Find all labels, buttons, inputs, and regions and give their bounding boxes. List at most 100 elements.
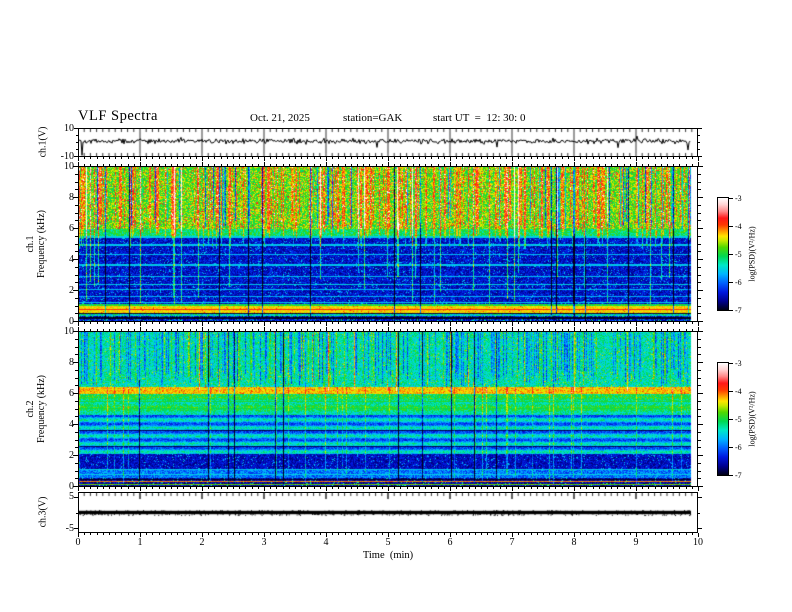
x-tick-mark [233,322,234,324]
x-tick-mark [611,157,612,159]
x-tick-mark [382,533,383,535]
x-tick-mark [407,157,408,159]
x-tick-label: 2 [199,537,205,548]
x-tick-mark [469,322,470,324]
x-tick-mark [648,164,649,166]
x-tick-mark [413,533,414,535]
x-tick-mark [438,533,439,535]
x-tick-mark [549,533,550,535]
x-tick-mark [171,322,172,324]
x-tick-mark [500,329,501,331]
x-tick-mark [593,164,594,166]
x-tick-mark [376,487,377,489]
x-tick-mark [307,322,308,324]
colorbar-ch1 [717,197,729,311]
x-tick-mark [239,329,240,331]
x-tick-mark [357,329,358,331]
x-tick-mark [667,329,668,331]
x-tick-mark [221,533,222,535]
x-tick-mark [394,487,395,489]
x-tick-mark [258,487,259,489]
x-tick-mark [456,487,457,489]
x-tick-mark [611,164,612,166]
y-tick-mark [76,142,78,143]
colorbar-tick-mark [729,447,733,448]
x-tick-mark [493,533,494,535]
x-tick-mark [580,533,581,535]
x-tick-mark [407,533,408,535]
x-tick-mark [295,164,296,166]
x-tick-mark [233,487,234,489]
x-tick-mark [376,164,377,166]
x-tick-mark [648,487,649,489]
x-tick-mark [190,164,191,166]
x-tick-mark [673,329,674,331]
x-tick-mark [679,164,680,166]
y-tick-mark [75,354,78,355]
x-tick-mark [624,164,625,166]
x-tick-mark [611,533,612,535]
x-tick-mark [394,157,395,159]
x-tick-mark [543,329,544,331]
x-tick-mark [500,164,501,166]
x-tick-mark [642,487,643,489]
y-tick-mark [698,401,701,402]
x-tick-mark [605,329,606,331]
colorbar-tick-mark [729,198,733,199]
spec2-y-axis-label: ch.2 Frequency (kHz) [25,375,47,443]
x-tick-mark [407,164,408,166]
x-tick-mark [307,164,308,166]
x-tick-label: 0 [75,537,81,548]
x-tick-mark [642,329,643,331]
x-tick-label: 8 [571,537,577,548]
x-tick-mark [202,327,203,331]
x-tick-mark [363,329,364,331]
x-tick-mark [531,164,532,166]
x-tick-mark [295,487,296,489]
x-tick-mark [580,322,581,324]
x-tick-mark [537,322,538,324]
x-tick-mark [97,164,98,166]
x-tick-mark [493,164,494,166]
x-tick-mark [673,322,674,324]
x-tick-mark [630,322,631,324]
x-tick-mark [289,164,290,166]
x-tick-mark [469,487,470,489]
x-tick-mark [599,329,600,331]
colorbar-tick-label: -7 [735,306,742,315]
x-tick-mark [332,329,333,331]
x-tick-mark [568,487,569,489]
x-tick-mark [586,164,587,166]
x-tick-mark [103,322,104,324]
spec1-frequency-label: Frequency (kHz) [36,209,47,279]
x-tick-mark [301,487,302,489]
x-tick-mark [555,329,556,331]
x-tick-mark [326,327,327,331]
x-tick-mark [159,157,160,159]
x-tick-mark [301,164,302,166]
x-tick-mark [196,164,197,166]
x-tick-mark [642,533,643,535]
y-tick-mark [698,447,701,448]
x-tick-mark [407,329,408,331]
y-tick-mark [75,339,78,340]
x-tick-mark [431,322,432,324]
x-tick-mark [134,164,135,166]
ch3-waveform-canvas [79,493,697,532]
x-tick-mark [78,322,79,326]
x-tick-mark [462,533,463,535]
x-tick-mark [686,487,687,489]
x-tick-mark [456,157,457,159]
x-tick-mark [78,327,79,331]
plot-date: Oct. 21, 2025 [250,112,310,124]
x-tick-mark [276,487,277,489]
x-tick-mark [152,533,153,535]
x-tick-mark [140,487,141,491]
plot-station: station=GAK [343,112,403,124]
x-tick-mark [326,162,327,166]
x-tick-mark [617,164,618,166]
x-tick-mark [661,157,662,159]
x-tick-mark [599,157,600,159]
x-tick-mark [121,322,122,324]
y-tick-mark [698,409,701,410]
